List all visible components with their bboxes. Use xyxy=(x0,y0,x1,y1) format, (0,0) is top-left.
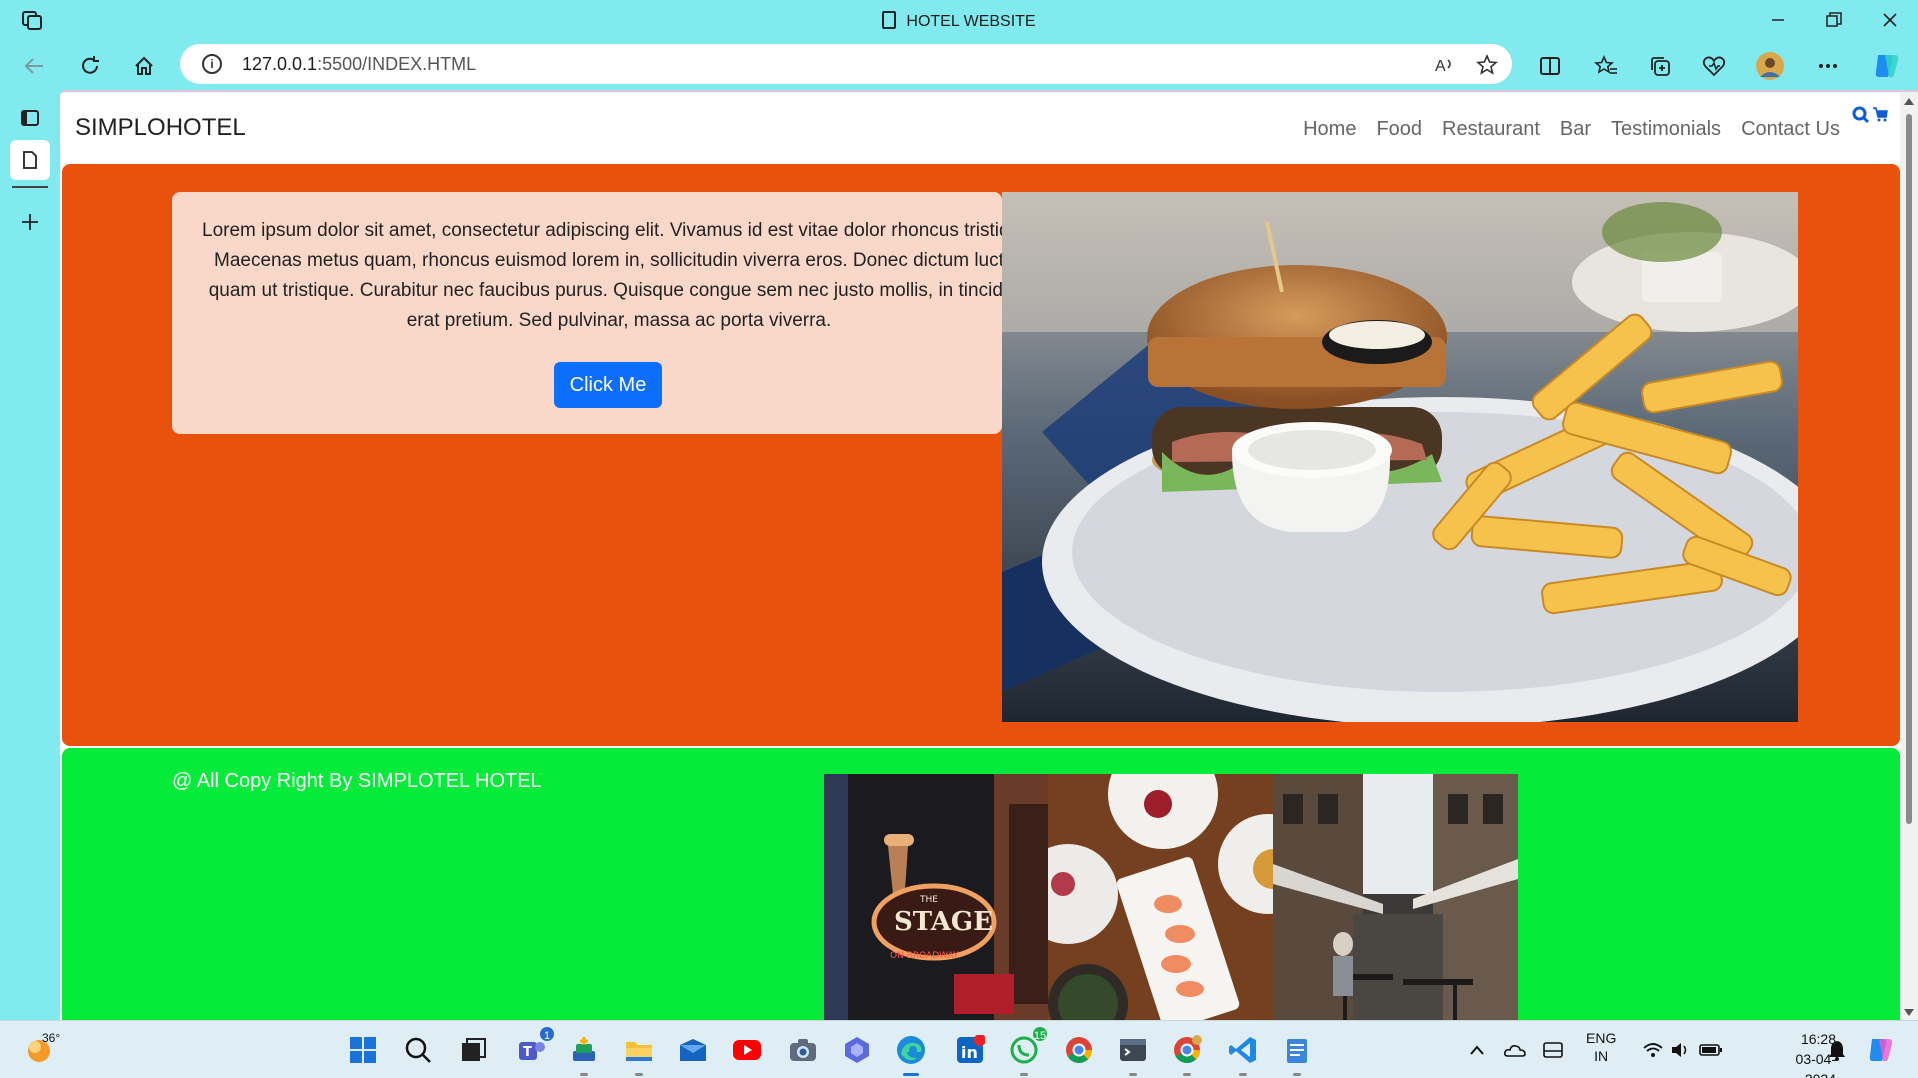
copilot-icon[interactable] xyxy=(1868,48,1904,84)
url-host: 127.0.0.1 xyxy=(242,54,318,74)
volume-icon[interactable] xyxy=(1664,1033,1698,1067)
app-stack-icon[interactable] xyxy=(567,1033,601,1076)
url-path: :5500/INDEX.HTML xyxy=(317,54,477,74)
start-windows-icon[interactable] xyxy=(346,1033,380,1067)
document-icon xyxy=(882,11,897,29)
teams-badge: 1 xyxy=(538,1025,556,1043)
youtube-icon[interactable] xyxy=(730,1033,764,1067)
url-text[interactable]: 127.0.0.1:5500/INDEX.HTML xyxy=(242,54,476,75)
back-button[interactable] xyxy=(16,48,52,84)
site-brand[interactable]: SIMPLOHOTEL xyxy=(75,114,246,142)
burger-fries-photo xyxy=(1002,192,1798,722)
site-info-icon[interactable]: i xyxy=(202,54,222,74)
svg-text:A: A xyxy=(1435,58,1446,75)
browser-essentials-icon[interactable] xyxy=(1696,48,1732,84)
svg-text:STAGE: STAGE xyxy=(894,907,993,937)
split-screen-icon[interactable] xyxy=(1532,48,1568,84)
restore-button[interactable] xyxy=(1806,6,1862,34)
home-button[interactable] xyxy=(126,48,162,84)
display-icon[interactable] xyxy=(1536,1033,1570,1067)
collections-icon[interactable] xyxy=(1642,48,1678,84)
terminal-icon[interactable] xyxy=(1116,1033,1150,1076)
menu-food[interactable]: Food xyxy=(1376,118,1422,141)
web-viewport: SIMPLOHOTEL Home Food Restaurant Bar Tes… xyxy=(60,90,1918,1020)
search-taskbar-icon[interactable] xyxy=(401,1033,435,1067)
file-explorer-icon[interactable] xyxy=(622,1033,656,1076)
chrome-icon[interactable] xyxy=(1062,1033,1096,1067)
refresh-button[interactable] xyxy=(72,48,108,84)
cart-icon[interactable] xyxy=(1872,106,1888,129)
battery-icon[interactable] xyxy=(1694,1033,1728,1067)
menu-restaurant[interactable]: Restaurant xyxy=(1442,118,1540,141)
window-title-text: HOTEL WEBSITE xyxy=(906,13,1036,30)
mail-icon[interactable] xyxy=(676,1033,710,1067)
favorites-icon[interactable] xyxy=(1588,48,1624,84)
region-code: IN xyxy=(1594,1048,1609,1064)
hero-text: Lorem ipsum dolor sit amet, consectetur … xyxy=(202,220,1002,331)
copyright-text: @ All Copy Right By SIMPLOTEL HOTEL xyxy=(172,770,542,792)
teams-icon[interactable]: T1 xyxy=(514,1025,556,1067)
vscode-icon[interactable] xyxy=(1226,1033,1260,1076)
profile-avatar[interactable] xyxy=(1752,48,1788,84)
read-aloud-icon[interactable]: A xyxy=(1432,52,1458,78)
window-title: HOTEL WEBSITE xyxy=(0,11,1918,31)
svg-text:T: T xyxy=(523,1045,532,1060)
onedrive-icon[interactable] xyxy=(1498,1033,1532,1067)
menu-contact-us[interactable]: Contact Us xyxy=(1741,118,1840,141)
search-icon[interactable] xyxy=(1852,106,1870,129)
task-view-icon[interactable] xyxy=(456,1033,490,1067)
bar-sign-photo: STAGE THE ON BROADWAY xyxy=(824,774,1069,1020)
copilot-taskbar-icon[interactable] xyxy=(1864,1033,1898,1067)
new-tab-plus-icon[interactable] xyxy=(10,202,50,242)
favorite-star-icon[interactable] xyxy=(1474,52,1500,78)
menu-home[interactable]: Home xyxy=(1303,118,1356,141)
svg-text:in: in xyxy=(961,1043,978,1062)
chrome-profile-icon[interactable] xyxy=(1170,1033,1204,1076)
language-indicator[interactable]: ENG IN xyxy=(1586,1029,1616,1065)
edge-browser-icon[interactable] xyxy=(894,1033,928,1076)
seafood-dishes-photo xyxy=(1048,774,1293,1020)
whatsapp-icon[interactable]: 15 xyxy=(1007,1025,1049,1076)
tab-actions-icon[interactable] xyxy=(10,98,50,138)
browser-toolbar: i 127.0.0.1:5500/INDEX.HTML A xyxy=(0,40,1918,90)
hero-card: Lorem ipsum dolor sit amet, consectetur … xyxy=(172,192,1002,434)
more-options-icon[interactable] xyxy=(1810,48,1846,84)
nav-icons xyxy=(1852,106,1888,129)
footer-section: @ All Copy Right By SIMPLOTEL HOTEL STAG… xyxy=(62,748,1900,1020)
notifications-bell-icon[interactable] xyxy=(1820,1033,1854,1067)
sidebar-divider xyxy=(12,186,48,188)
hero-section: Lorem ipsum dolor sit amet, consectetur … xyxy=(62,164,1900,746)
browser-title-bar: HOTEL WEBSITE xyxy=(0,0,1918,40)
scroll-down-arrow-icon[interactable] xyxy=(1904,1009,1914,1016)
svg-text:ON BROADWAY: ON BROADWAY xyxy=(890,951,959,961)
site-menu: Home Food Restaurant Bar Testimonials Co… xyxy=(1303,118,1840,141)
whatsapp-badge: 15 xyxy=(1031,1025,1049,1043)
show-hidden-icons-chevron-icon[interactable] xyxy=(1460,1033,1494,1067)
minimize-button[interactable] xyxy=(1750,6,1806,34)
address-bar[interactable]: i 127.0.0.1:5500/INDEX.HTML A xyxy=(180,44,1512,84)
menu-bar[interactable]: Bar xyxy=(1560,118,1591,141)
page-scrollbar[interactable] xyxy=(1900,92,1918,1020)
tab-hotel-website[interactable] xyxy=(10,140,50,180)
weather-temperature: 36° xyxy=(42,1031,61,1045)
click-me-button[interactable]: Click Me xyxy=(554,362,662,408)
street-cafe-photo xyxy=(1273,774,1518,1020)
camera-icon[interactable] xyxy=(786,1033,820,1067)
language-code: ENG xyxy=(1586,1030,1617,1046)
linkedin-icon[interactable]: in xyxy=(953,1033,987,1067)
notepad-icon[interactable] xyxy=(1280,1033,1314,1076)
menu-testimonials[interactable]: Testimonials xyxy=(1611,118,1721,141)
site-navbar: SIMPLOHOTEL Home Food Restaurant Bar Tes… xyxy=(60,92,1900,162)
scrollbar-thumb[interactable] xyxy=(1906,114,1912,824)
vertical-tab-bar xyxy=(0,90,60,1020)
power-automate-icon[interactable] xyxy=(840,1033,874,1067)
close-button[interactable] xyxy=(1862,6,1918,34)
scroll-up-arrow-icon[interactable] xyxy=(1904,98,1914,105)
svg-text:THE: THE xyxy=(919,895,938,905)
windows-taskbar: 36° T1 in 15 ENGIN 16:2803-04-2024 xyxy=(0,1020,1918,1078)
